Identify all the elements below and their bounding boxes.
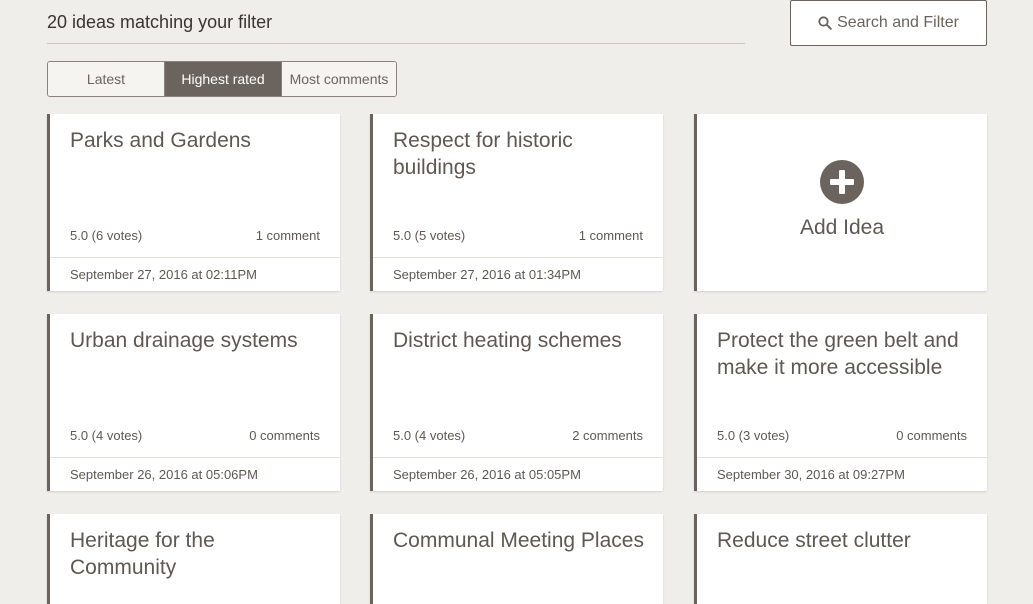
idea-card-urban-drainage-systems[interactable]: Urban drainage systems 5.0 (4 votes) 0 c… bbox=[47, 314, 340, 491]
idea-title: Communal Meeting Places bbox=[393, 529, 644, 552]
idea-comment-count: 2 comments bbox=[572, 428, 643, 443]
idea-date: September 26, 2016 at 05:05PM bbox=[393, 467, 581, 482]
idea-rating: 5.0 (4 votes) bbox=[70, 428, 143, 443]
plus-circle-icon bbox=[820, 159, 864, 204]
header-divider bbox=[47, 43, 745, 44]
tab-highest-rated[interactable]: Highest rated bbox=[164, 62, 281, 96]
idea-comment-count: 1 comment bbox=[578, 228, 643, 243]
idea-rating: 5.0 (3 votes) bbox=[717, 428, 790, 443]
idea-comment-count: 0 comments bbox=[896, 428, 967, 443]
idea-rating: 5.0 (5 votes) bbox=[393, 228, 466, 243]
tab-most-comments[interactable]: Most comments bbox=[281, 62, 396, 96]
add-idea-card[interactable]: Add Idea bbox=[694, 114, 987, 291]
card-divider bbox=[50, 457, 340, 458]
idea-rating: 5.0 (4 votes) bbox=[393, 428, 466, 443]
idea-date: September 27, 2016 at 01:34PM bbox=[393, 267, 581, 282]
card-divider bbox=[373, 457, 663, 458]
idea-title: Urban drainage systems bbox=[70, 329, 298, 352]
idea-date: September 30, 2016 at 09:27PM bbox=[717, 467, 905, 482]
idea-card-district-heating-schemes[interactable]: District heating schemes 5.0 (4 votes) 2… bbox=[370, 314, 663, 491]
card-divider bbox=[697, 457, 987, 458]
search-icon bbox=[818, 16, 832, 30]
search-and-filter-button[interactable]: Search and Filter bbox=[790, 0, 987, 46]
add-idea-label: Add Idea bbox=[799, 215, 885, 239]
idea-title: Reduce street clutter bbox=[717, 529, 911, 552]
idea-card-protect-the-green-belt[interactable]: Protect the green belt and make it more … bbox=[694, 314, 987, 491]
idea-rating: 5.0 (6 votes) bbox=[70, 228, 143, 243]
tab-latest[interactable]: Latest bbox=[48, 62, 164, 96]
search-and-filter-label: Search and Filter bbox=[837, 14, 959, 31]
idea-card-parks-and-gardens[interactable]: Parks and Gardens 5.0 (6 votes) 1 commen… bbox=[47, 114, 340, 291]
idea-title: Parks and Gardens bbox=[70, 129, 251, 152]
sort-tabs: Latest Highest rated Most comments bbox=[47, 61, 397, 97]
idea-comment-count: 0 comments bbox=[249, 428, 320, 443]
card-divider bbox=[373, 257, 663, 258]
idea-title: Respect for historic buildings bbox=[393, 129, 573, 179]
idea-date: September 27, 2016 at 02:11PM bbox=[70, 267, 257, 282]
idea-date: September 26, 2016 at 05:06PM bbox=[70, 467, 258, 482]
result-count-title: 20 ideas matching your filter bbox=[47, 12, 273, 32]
idea-title: Protect the green belt and make it more … bbox=[717, 329, 959, 379]
idea-title: District heating schemes bbox=[393, 329, 622, 352]
idea-card-respect-for-historic-buildings[interactable]: Respect for historic buildings 5.0 (5 vo… bbox=[370, 114, 663, 291]
idea-comment-count: 1 comment bbox=[255, 228, 320, 243]
card-divider bbox=[50, 257, 340, 258]
idea-title: Heritage for the Community bbox=[70, 529, 215, 579]
